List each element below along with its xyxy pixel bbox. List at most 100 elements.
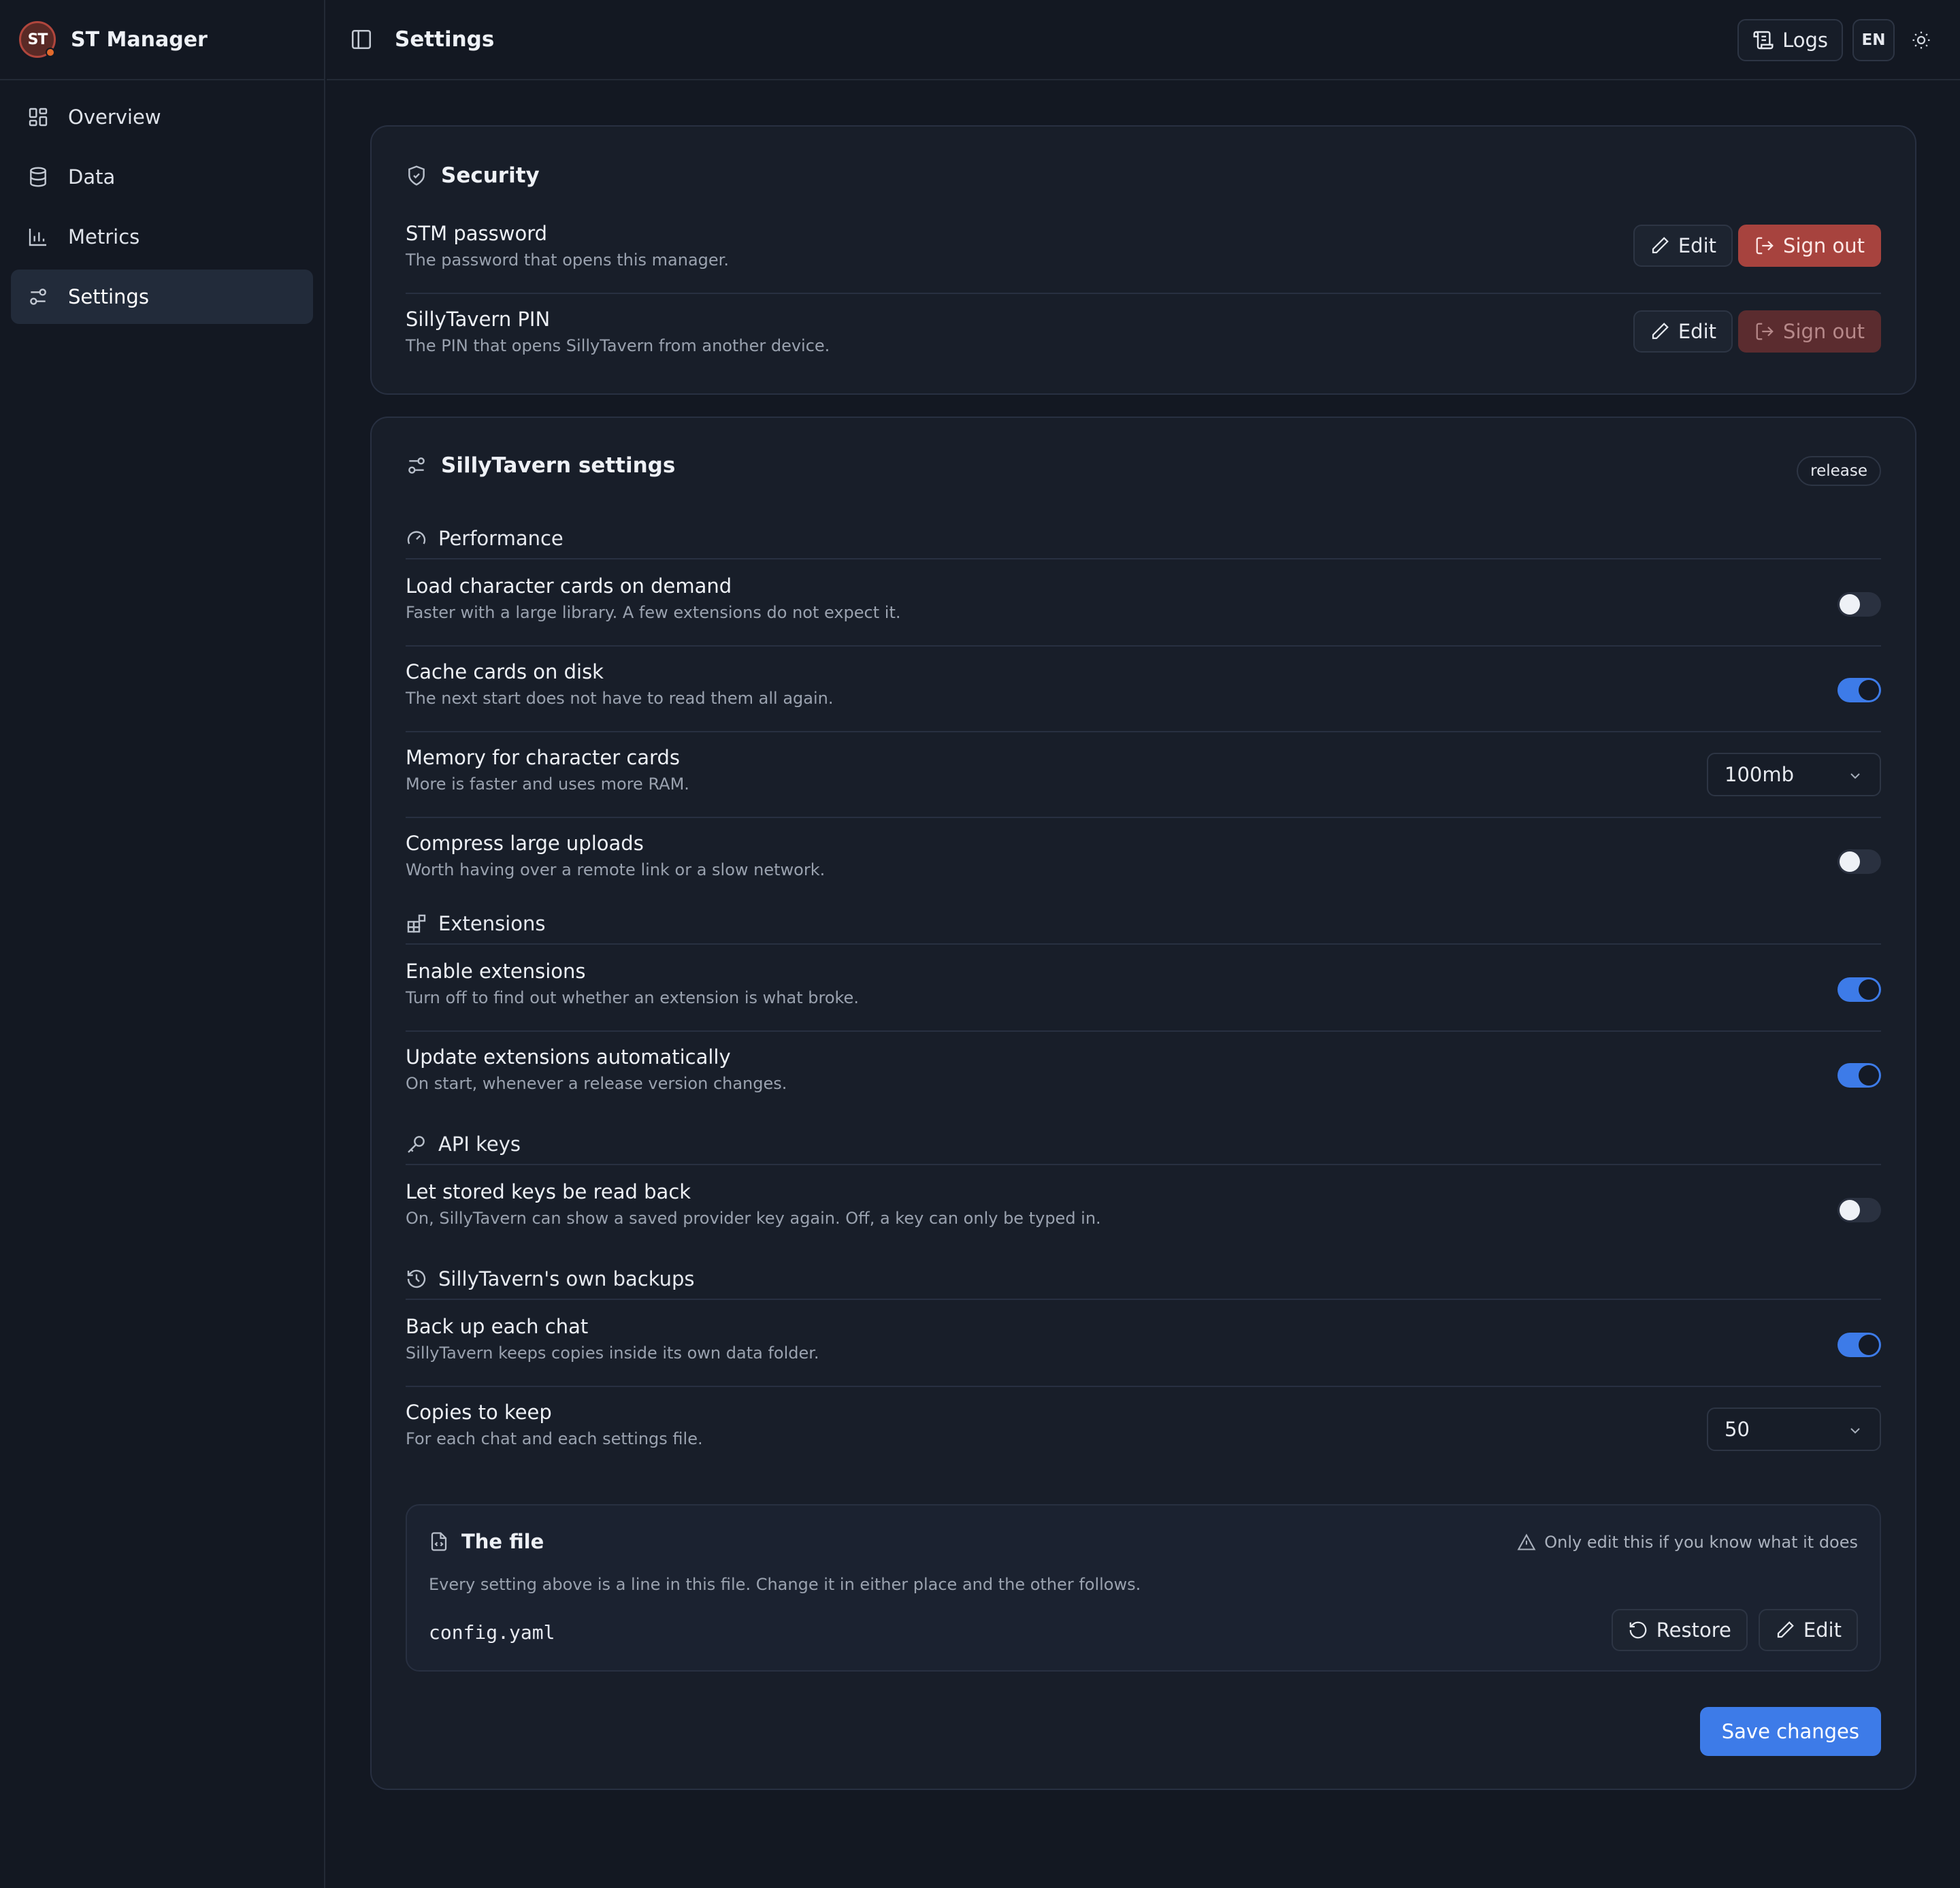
sidebar-item-metrics[interactable]: Metrics [11,210,313,264]
toggle-knob [1840,594,1860,615]
row-description: On start, whenever a release version cha… [406,1074,787,1093]
logs-label: Logs [1782,29,1828,52]
chevron-down-icon [1847,768,1863,784]
sidebar: ST ST Manager Overview Data Metrics Sett… [0,0,325,1888]
row-description: Worth having over a remote link or a slo… [406,860,826,879]
app-logo: ST [19,21,56,58]
app-logo-text: ST [27,31,48,48]
select-value: 50 [1725,1418,1750,1441]
sliders-icon [406,455,427,476]
row-title: Copies to keep [406,1401,552,1424]
auto-update-extensions-toggle[interactable] [1838,1063,1881,1088]
file-actions: Restore Edit [1611,1609,1858,1651]
setting-compress-uploads: Compress large uploads Worth having over… [406,818,1881,904]
file-warning: Only edit this if you know what it does [1517,1533,1858,1552]
sliders-icon [27,286,49,308]
security-card: Security STM password The password that … [370,125,1916,395]
config-file-panel: The file Only edit this if you know what… [406,1504,1881,1672]
st-pin-row: SillyTavern PIN The PIN that opens Silly… [406,294,1881,380]
backup-each-chat-toggle[interactable] [1838,1333,1881,1357]
toggle-knob [1859,1335,1879,1355]
row-description: On, SillyTavern can show a saved provide… [406,1209,1101,1228]
cache-on-disk-toggle[interactable] [1838,678,1881,702]
setting-read-back-keys: Let stored keys be read back On, SillyTa… [406,1167,1881,1252]
logs-button[interactable]: Logs [1737,19,1843,61]
sidebar-nav: Overview Data Metrics Settings [0,80,324,339]
section-title: API keys [438,1133,521,1156]
file-title: The file [429,1530,544,1553]
language-button[interactable]: EN [1852,19,1895,61]
setting-copies-to-keep: Copies to keep For each chat and each se… [406,1387,1881,1473]
edit-password-button[interactable]: Edit [1633,225,1733,267]
sign-out-label: Sign out [1783,234,1865,257]
toggle-knob [1840,851,1860,872]
database-icon [27,166,49,188]
save-changes-button[interactable]: Save changes [1699,1707,1881,1756]
setting-enable-extensions: Enable extensions Turn off to find out w… [406,946,1881,1032]
edit-label: Edit [1678,320,1717,343]
file-code-icon [429,1531,449,1552]
brand[interactable]: ST ST Manager [0,0,324,80]
toggle-knob [1840,1200,1860,1220]
compress-uploads-toggle[interactable] [1838,849,1881,874]
edit-label: Edit [1678,234,1717,257]
copies-select[interactable]: 50 [1707,1407,1881,1451]
sun-icon[interactable] [1904,23,1938,57]
security-title-text: Security [441,163,540,188]
pencil-icon [1650,235,1670,256]
row-title: Cache cards on disk [406,660,604,683]
row-title: Compress large uploads [406,832,644,855]
edit-file-button[interactable]: Edit [1758,1609,1858,1651]
file-warning-text: Only edit this if you know what it does [1544,1533,1858,1552]
st-settings-title-text: SillyTavern settings [441,453,676,478]
log-out-icon [1754,321,1775,342]
sidebar-item-label: Metrics [68,225,140,248]
sign-out-button[interactable]: Sign out [1738,225,1881,267]
api-keys-heading: API keys [406,1124,1881,1165]
status-dot [46,48,55,57]
sidebar-item-data[interactable]: Data [11,150,313,204]
warning-icon [1517,1533,1536,1552]
security-title: Security [406,163,540,188]
sidebar-item-overview[interactable]: Overview [11,90,313,144]
row-title: Back up each chat [406,1315,589,1338]
sidebar-item-label: Overview [68,105,161,129]
setting-backup-each-chat: Back up each chat SillyTavern keeps copi… [406,1301,1881,1387]
select-value: 100mb [1725,763,1795,786]
section-title: Extensions [438,912,546,935]
sidebar-item-settings[interactable]: Settings [11,270,313,324]
release-badge: release [1797,456,1881,486]
memory-select[interactable]: 100mb [1707,753,1881,796]
restore-button[interactable]: Restore [1611,1609,1748,1651]
sidebar-toggle-icon[interactable] [350,28,373,51]
toggle-knob [1859,1065,1879,1086]
row-description: The next start does not have to read the… [406,689,834,708]
row-title: Memory for character cards [406,746,680,769]
backups-heading: SillyTavern's own backups [406,1259,1881,1300]
setting-load-on-demand: Load character cards on demand Faster wi… [406,561,1881,647]
file-name: config.yaml [429,1621,555,1644]
history-icon [406,1268,427,1290]
row-actions: Edit Sign out [1633,225,1881,267]
load-on-demand-toggle[interactable] [1838,592,1881,617]
file-description: Every setting above is a line in this fi… [429,1575,1141,1594]
row-title: Update extensions automatically [406,1045,731,1069]
restore-label: Restore [1656,1618,1731,1642]
row-title: SillyTavern PIN [406,308,551,331]
pencil-icon [1775,1620,1795,1640]
row-title: Let stored keys be read back [406,1180,691,1203]
enable-extensions-toggle[interactable] [1838,977,1881,1002]
save-wrap: Save changes [1699,1707,1881,1756]
file-title-text: The file [461,1530,544,1553]
row-description: The PIN that opens SillyTavern from anot… [406,336,830,355]
row-title: STM password [406,222,548,245]
topbar-actions: Logs EN [1737,19,1938,61]
edit-pin-button[interactable]: Edit [1633,310,1733,353]
scroll-text-icon [1752,29,1774,51]
row-description: More is faster and uses more RAM. [406,775,689,794]
sidebar-item-label: Settings [68,285,149,308]
row-actions: Edit Sign out [1633,310,1881,353]
sign-out-pin-button[interactable]: Sign out [1738,310,1881,353]
read-back-keys-toggle[interactable] [1838,1198,1881,1222]
rotate-ccw-icon [1628,1620,1648,1640]
